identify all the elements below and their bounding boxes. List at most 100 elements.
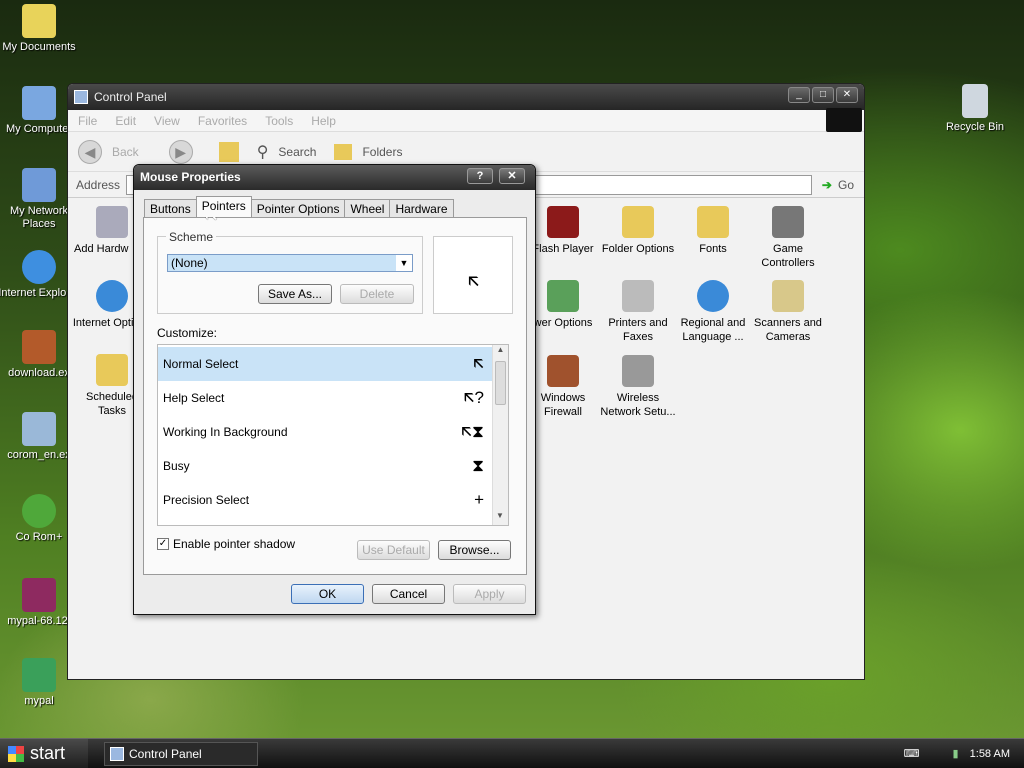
close-button[interactable]: ✕ — [836, 87, 858, 103]
archive-icon — [22, 330, 56, 364]
row-label: Working In Background — [163, 425, 288, 439]
printer-icon — [622, 280, 654, 312]
menu-tools[interactable]: Tools — [265, 114, 293, 128]
firewall-icon — [547, 355, 579, 387]
scanner-icon — [772, 280, 804, 312]
cp-item-printers-faxes[interactable]: Printers and Faxes — [598, 280, 678, 344]
cp-item-label: Scanners and Cameras — [754, 317, 822, 343]
cancel-button[interactable]: Cancel — [372, 584, 445, 604]
delete-button[interactable]: Delete — [340, 284, 414, 304]
desktop-icon-recycle-bin[interactable]: Recycle Bin — [933, 84, 1017, 134]
address-label: Address — [76, 177, 121, 192]
cursor-list[interactable]: Normal Select 🡬 Help Select 🡬? Working In … — [157, 344, 509, 526]
crosshair-icon: + — [474, 490, 484, 509]
row-label: Help Select — [163, 391, 225, 405]
internet-options-icon — [96, 280, 128, 312]
pointer-shadow-label[interactable]: Enable pointer shadow — [173, 537, 295, 551]
menu-view[interactable]: View — [154, 114, 180, 128]
start-button[interactable]: start — [0, 739, 88, 768]
ie-icon — [22, 250, 56, 284]
mouse-properties-dialog: Mouse Properties ? ✕ Buttons Pointers Po… — [133, 164, 536, 615]
cursor-preview: 🡬 — [433, 236, 513, 314]
cp-item-scanners-cameras[interactable]: Scanners and Cameras — [748, 280, 828, 344]
back-label[interactable]: Back — [112, 145, 139, 159]
desktop-icon-label: Recycle Bin — [945, 121, 1005, 133]
installer-icon — [22, 412, 56, 446]
pointer-shadow-checkbox[interactable]: ✓ — [157, 538, 169, 550]
window-title: Control Panel — [94, 90, 167, 104]
flash-icon — [547, 206, 579, 238]
network-tray-icon[interactable]: ▮ — [953, 748, 959, 760]
chevron-down-icon: ▼ — [396, 255, 412, 271]
scroll-thumb[interactable] — [495, 361, 506, 405]
maximize-button[interactable]: □ — [812, 87, 834, 103]
save-as-button[interactable]: Save As... — [258, 284, 332, 304]
cp-item-label: Flash Player — [532, 243, 594, 255]
list-item-help-select[interactable]: Help Select 🡬? — [158, 381, 492, 415]
folders-icon[interactable] — [334, 143, 353, 160]
menu-file[interactable]: File — [78, 114, 97, 128]
minimize-button[interactable]: _ — [788, 87, 810, 103]
mypal-icon — [22, 658, 56, 692]
apply-button[interactable]: Apply — [453, 584, 526, 604]
menu-favorites[interactable]: Favorites — [198, 114, 247, 128]
keyboard-icon[interactable]: ⌨ — [904, 748, 920, 760]
forward-icon[interactable]: ▶ — [168, 139, 193, 164]
arrow-cursor-icon: 🡬 — [468, 271, 480, 291]
folders-button[interactable]: Folders — [362, 145, 402, 159]
row-label: Precision Select — [163, 493, 250, 507]
windows-flag-icon — [8, 746, 24, 762]
menu-help[interactable]: Help — [311, 114, 336, 128]
cp-item-label: Fonts — [699, 243, 727, 255]
list-item-working-background[interactable]: Working In Background 🡬⧗ — [158, 415, 492, 449]
browse-button[interactable]: Browse... — [438, 540, 511, 560]
cp-item-folder-options[interactable]: Folder Options — [598, 206, 678, 256]
dialog-title-bar[interactable]: Mouse Properties ? ✕ — [134, 165, 535, 190]
tab-buttons[interactable]: Buttons — [144, 199, 197, 217]
tab-hardware[interactable]: Hardware — [389, 199, 454, 217]
list-item-precision-select[interactable]: Precision Select + — [158, 483, 492, 517]
cp-item-label: Scheduled Tasks — [86, 391, 138, 417]
cp-item-game-controllers[interactable]: Game Controllers — [748, 206, 828, 270]
tab-pointer-options[interactable]: Pointer Options — [250, 199, 346, 217]
clock[interactable]: 1:58 AM — [970, 748, 1010, 760]
scheme-dropdown[interactable]: (None) ▼ — [167, 254, 413, 272]
cp-item-label: Regional and Language ... — [680, 317, 746, 343]
close-button[interactable]: ✕ — [499, 168, 525, 184]
list-item-normal-select[interactable]: Normal Select 🡬 — [158, 347, 492, 381]
hourglass-icon: ⧗ — [472, 456, 484, 475]
list-scrollbar[interactable]: ▲ ▼ — [492, 345, 508, 525]
add-hardware-icon — [96, 206, 128, 238]
scroll-up-icon[interactable]: ▲ — [493, 345, 508, 359]
go-button[interactable]: Go — [838, 178, 854, 192]
up-folder-icon[interactable] — [218, 141, 239, 162]
title-bar[interactable]: Control Panel _ □ ✕ — [68, 84, 864, 110]
desktop-icon-my-documents[interactable]: My Documents — [0, 4, 81, 54]
scheduled-tasks-icon — [96, 354, 128, 386]
scroll-down-icon[interactable]: ▼ — [493, 511, 507, 525]
cp-item-wireless-setup[interactable]: Wireless Network Setu... — [598, 355, 678, 419]
taskbar-item-control-panel[interactable]: Control Panel — [104, 742, 258, 766]
help-button[interactable]: ? — [467, 168, 493, 184]
gamepad-icon — [772, 206, 804, 238]
tab-wheel[interactable]: Wheel — [344, 199, 391, 217]
cp-item-fonts[interactable]: Fonts — [673, 206, 753, 256]
back-icon[interactable]: ◀ — [78, 139, 102, 164]
arrow-cursor-icon: 🡬 — [473, 354, 484, 373]
help-cursor-icon: 🡬? — [463, 388, 484, 407]
list-item-busy[interactable]: Busy ⧗ — [158, 449, 492, 483]
go-arrow-icon[interactable]: ➔ — [822, 178, 832, 192]
recycle-bin-icon — [962, 84, 988, 118]
search-button[interactable]: Search — [278, 145, 316, 159]
network-icon — [22, 168, 56, 202]
taskbar: start Control Panel ⌨ ▮ 1:58 AM — [0, 738, 1024, 768]
globe-icon — [697, 280, 729, 312]
desktop-icon-label: My Documents — [2, 41, 76, 53]
cp-item-label: Game Controllers — [761, 243, 815, 269]
cp-item-regional-language[interactable]: Regional and Language ... — [673, 280, 753, 344]
menu-edit[interactable]: Edit — [115, 114, 136, 128]
ok-button[interactable]: OK — [291, 584, 364, 604]
tab-pointers[interactable]: Pointers — [195, 196, 252, 217]
search-icon[interactable]: ⚲ — [257, 142, 269, 162]
use-default-button[interactable]: Use Default — [357, 540, 430, 560]
